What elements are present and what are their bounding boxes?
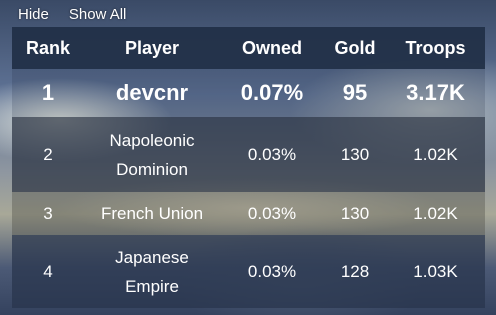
player-name-line: Japanese — [115, 247, 189, 267]
player-name-cell: French Union — [100, 204, 204, 223]
column-header-owned: Owned — [241, 37, 302, 58]
leaderboard-controls: Hide Show All — [18, 4, 126, 24]
troops-cell: 1.02K — [413, 145, 458, 164]
player-name-cell: Napoleonic Dominion — [84, 126, 220, 184]
troops-cell: 3.17K — [406, 80, 465, 105]
player-name-cell: devcnr — [115, 80, 189, 105]
rank-cell: 3 — [43, 204, 53, 223]
rank-cell: 4 — [43, 262, 53, 281]
rank-cell: 1 — [41, 80, 55, 105]
hide-button[interactable]: Hide — [18, 6, 49, 23]
table-row[interactable]: 4 Japanese Empire 0.03% 128 1.03K — [12, 235, 485, 308]
column-header-gold: Gold — [334, 37, 376, 58]
player-name-line: Dominion — [116, 159, 188, 179]
table-header-row: Rank Player Owned Gold Troops — [12, 27, 485, 69]
column-header-player: Player — [124, 37, 180, 58]
show-all-button[interactable]: Show All — [69, 6, 127, 23]
owned-cell: 0.07% — [240, 80, 304, 105]
troops-cell: 1.03K — [413, 262, 458, 281]
owned-cell: 0.03% — [247, 204, 297, 223]
rank-cell: 2 — [43, 145, 53, 164]
column-header-rank: Rank — [25, 37, 70, 58]
leaderboard-table: Rank Player Owned Gold Troops 1 devcnr 0… — [12, 27, 485, 308]
owned-cell: 0.03% — [247, 262, 297, 281]
gold-cell: 130 — [340, 145, 370, 164]
owned-cell: 0.03% — [247, 145, 297, 164]
troops-cell: 1.02K — [413, 204, 458, 223]
gold-cell: 95 — [342, 80, 368, 105]
player-name-line: Empire — [125, 276, 179, 296]
player-name-line: Napoleonic — [109, 130, 195, 150]
column-header-troops: Troops — [405, 37, 466, 58]
table-row[interactable]: 3 French Union 0.03% 130 1.02K — [12, 192, 485, 235]
gold-cell: 128 — [340, 262, 370, 281]
gold-cell: 130 — [340, 204, 370, 223]
table-row[interactable]: 1 devcnr 0.07% 95 3.17K — [12, 69, 485, 117]
player-name-cell: Japanese Empire — [84, 243, 220, 301]
table-row[interactable]: 2 Napoleonic Dominion 0.03% 130 1.02K — [12, 117, 485, 192]
